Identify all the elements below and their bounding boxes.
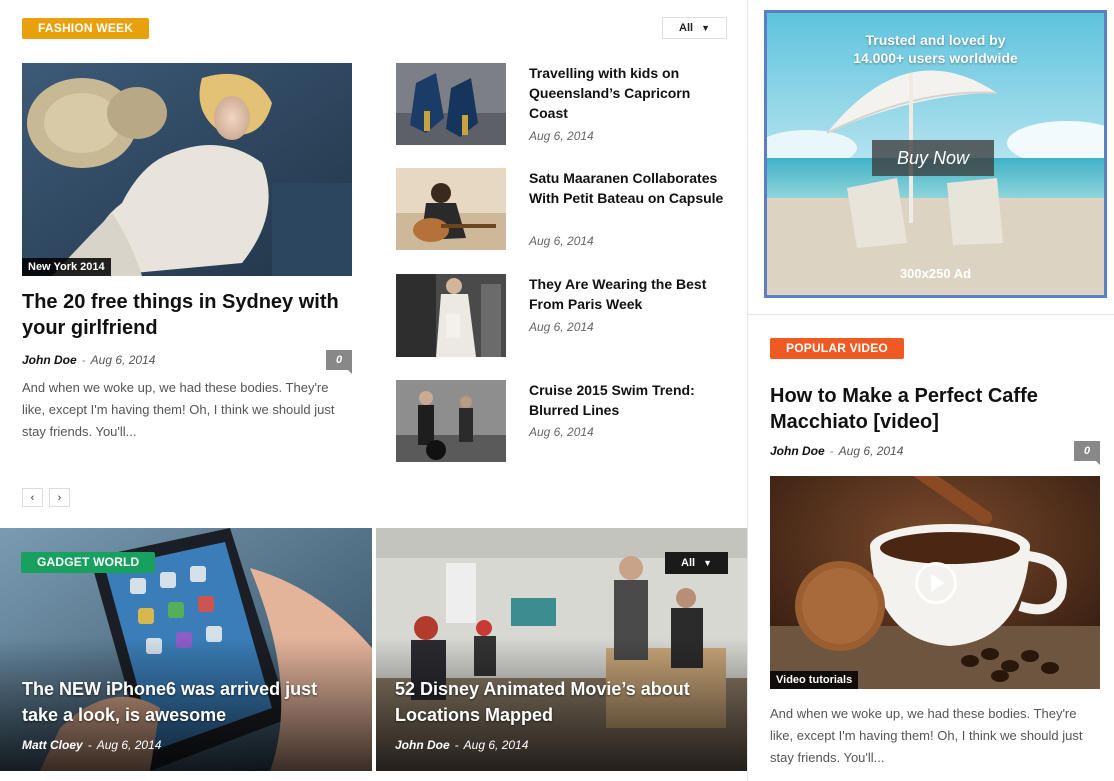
video-thumbnail[interactable]: Video tutorials <box>770 476 1100 689</box>
author-name[interactable]: John Doe <box>770 444 825 458</box>
street-fashion-image <box>396 274 506 357</box>
fashion-week-badge[interactable]: FASHION WEEK <box>22 18 150 39</box>
main-article-meta: John Doe - Aug 6, 2014 <box>22 353 156 367</box>
image-caption: New York 2014 <box>22 258 111 276</box>
street-people-image <box>396 380 506 462</box>
list-item-thumbnail[interactable] <box>396 274 506 357</box>
main-article-excerpt: And when we woke up, we had these bodies… <box>22 380 335 439</box>
next-page-button[interactable]: › <box>49 488 70 507</box>
main-article-title[interactable]: The 20 free things in Sydney with your g… <box>22 289 362 341</box>
video-article-title[interactable]: How to Make a Perfect Caffe Macchiato [v… <box>770 383 1090 435</box>
chevron-down-icon: ▼ <box>701 23 710 33</box>
comment-count-badge[interactable]: 0 <box>326 350 352 374</box>
list-item-title[interactable]: They Are Wearing the Best From Paris Wee… <box>529 274 729 314</box>
heels-image <box>396 63 506 145</box>
gadget-filter-dropdown[interactable]: All ▼ <box>665 552 728 574</box>
post-date: Aug 6, 2014 <box>96 738 162 752</box>
chevron-left-icon: ‹ <box>30 491 35 504</box>
list-item-date: Aug 6, 2014 <box>529 320 594 334</box>
ad-size-label: 300x250 Ad <box>899 266 972 281</box>
play-icon[interactable] <box>915 562 957 604</box>
ad-banner[interactable]: Trusted and loved by 14.000+ users world… <box>764 10 1107 298</box>
ad-headline-2: 14.000+ users worldwide <box>853 50 1018 66</box>
gadget-right-title[interactable]: 52 Disney Animated Movie’s about Locatio… <box>395 676 725 728</box>
author-name[interactable]: John Doe <box>22 353 77 367</box>
gadget-left-meta: Matt Cloey - Aug 6, 2014 <box>22 738 162 752</box>
guitar-player-image <box>396 168 506 250</box>
gadget-left-title[interactable]: The NEW iPhone6 was arrived just take a … <box>22 676 342 728</box>
section-divider <box>748 314 1114 315</box>
list-item-title[interactable]: Satu Maaranen Collaborates With Petit Ba… <box>529 168 729 208</box>
list-item-thumbnail[interactable] <box>396 63 506 145</box>
post-date: Aug 6, 2014 <box>463 738 529 752</box>
author-name[interactable]: Matt Cloey <box>22 738 83 752</box>
main-article-image[interactable]: New York 2014 <box>22 63 352 276</box>
chevron-down-icon: ▼ <box>703 558 712 568</box>
prev-page-button[interactable]: ‹ <box>22 488 43 507</box>
list-item-thumbnail[interactable] <box>396 380 506 462</box>
right-sidebar: Trusted and loved by 14.000+ users world… <box>748 0 1114 781</box>
woman-on-sofa-image <box>22 63 352 276</box>
gadget-right-meta: John Doe - Aug 6, 2014 <box>395 738 529 752</box>
video-article-excerpt: And when we woke up, we had these bodies… <box>770 706 1083 765</box>
video-caption: Video tutorials <box>770 671 859 689</box>
list-item-date: Aug 6, 2014 <box>529 129 594 143</box>
comment-count-badge[interactable]: 0 <box>1074 441 1100 465</box>
gadget-world-badge[interactable]: GADGET WORLD <box>21 552 156 573</box>
post-date: Aug 6, 2014 <box>838 444 904 458</box>
chevron-right-icon: › <box>57 491 62 504</box>
list-item-title[interactable]: Cruise 2015 Swim Trend: Blurred Lines <box>529 380 729 420</box>
list-item-date: Aug 6, 2014 <box>529 425 594 439</box>
list-item-date: Aug 6, 2014 <box>529 234 594 248</box>
post-date: Aug 6, 2014 <box>90 353 156 367</box>
ad-headline-1: Trusted and loved by <box>865 32 1006 48</box>
filter-label: All <box>679 22 694 34</box>
list-item-title[interactable]: Travelling with kids on Queensland’s Cap… <box>529 63 729 123</box>
filter-label: All <box>681 557 696 569</box>
left-column: FASHION WEEK All ▼ New York 2014 The 20 … <box>0 0 748 781</box>
buy-now-button[interactable]: Buy Now <box>872 140 994 176</box>
popular-video-badge[interactable]: POPULAR VIDEO <box>770 338 904 359</box>
fashion-filter-dropdown[interactable]: All ▼ <box>662 17 727 39</box>
author-name[interactable]: John Doe <box>395 738 450 752</box>
list-item-thumbnail[interactable] <box>396 168 506 250</box>
video-article-meta: John Doe - Aug 6, 2014 <box>770 444 904 458</box>
